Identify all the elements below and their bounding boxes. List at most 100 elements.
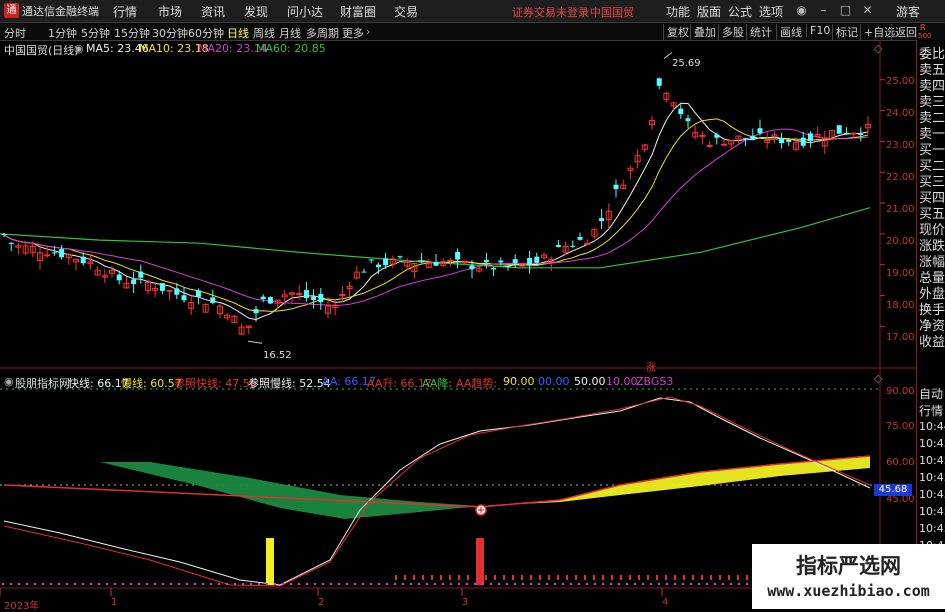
buy-signal-bar <box>266 538 274 585</box>
menu-item-discover[interactable]: 发现 <box>244 3 268 20</box>
candle-body <box>267 297 273 304</box>
candle-body <box>138 271 144 278</box>
baseline-dot <box>362 583 364 585</box>
tab-60min[interactable]: 60分钟 <box>188 25 224 41</box>
tab-more[interactable]: 更多 <box>342 25 364 41</box>
menu-item-function[interactable]: 功能 <box>666 3 690 20</box>
baseline-dot <box>322 583 324 585</box>
quote-side-panel: 委比 卖五 卖四 卖三 卖二 卖一 买一 买二 买三 买四 买五 现价 涨跌 涨… <box>916 40 945 609</box>
panel-item[interactable]: 卖一 <box>919 128 945 142</box>
baseline-dot <box>138 583 140 585</box>
baseline-dot <box>562 583 564 585</box>
tab-daily[interactable]: 日线 <box>227 25 249 41</box>
chart-canvas[interactable] <box>0 40 916 609</box>
panel-item[interactable]: 买五 <box>919 208 945 222</box>
candle-body <box>779 138 785 144</box>
close-icon[interactable]: ✕ <box>859 2 876 19</box>
panel-item[interactable]: 外盘 <box>919 288 945 302</box>
add-watchlist-button[interactable]: +自选 <box>860 24 895 40</box>
signal-tick <box>485 575 487 580</box>
skin-icon[interactable]: ◉ <box>793 2 810 19</box>
chevron-right-icon[interactable]: › <box>366 25 370 38</box>
candle-body <box>483 260 489 263</box>
menu-item-trade[interactable]: 交易 <box>394 3 418 20</box>
user-label[interactable]: 游客 <box>896 3 920 20</box>
f10-button[interactable]: F10 <box>806 24 830 37</box>
panel-item[interactable]: 净资 <box>919 320 945 334</box>
tick-time: 10:45 <box>919 505 945 518</box>
panel-tab-auto[interactable]: 自动 <box>919 385 943 402</box>
tick-time: 10:45 <box>919 471 945 484</box>
multi-stock-button[interactable]: 多股 <box>718 24 744 40</box>
baseline-dot <box>426 583 428 585</box>
date-label: 2023年 <box>4 601 40 612</box>
panel-tab-quotes[interactable]: 行情 <box>919 402 943 419</box>
tab-15min[interactable]: 15分钟 <box>114 25 150 41</box>
tab-monthly[interactable]: 月线 <box>279 25 301 41</box>
panel-item[interactable]: 涨幅 <box>919 256 945 270</box>
panel-item[interactable]: 买一 <box>919 144 945 158</box>
panel-item[interactable]: 卖四 <box>919 80 945 94</box>
menu-item-market[interactable]: 市场 <box>158 3 182 20</box>
baseline-dot <box>90 583 92 585</box>
watermark-title: 指标严选网 <box>796 554 901 578</box>
price-axis-label: 25.00 <box>886 76 915 87</box>
panel-item[interactable]: 卖二 <box>919 112 945 126</box>
maximize-icon[interactable]: □ <box>837 2 854 19</box>
price-axis-label: 20.00 <box>886 236 915 247</box>
baseline-dot <box>722 583 724 585</box>
baseline-dot <box>442 583 444 585</box>
signal-tick <box>440 575 442 580</box>
menu-item-options[interactable]: 选项 <box>759 3 783 20</box>
panel-item[interactable]: 委比 <box>919 48 945 62</box>
baseline-dot <box>98 583 100 585</box>
panel-item[interactable]: 收益 <box>919 336 945 350</box>
tab-timeshare[interactable]: 分时 <box>4 25 26 41</box>
baseline-dot <box>42 583 44 585</box>
panel-item[interactable]: 买二 <box>919 160 945 174</box>
menu-item-news[interactable]: 资讯 <box>201 3 225 20</box>
tab-30min[interactable]: 30分钟 <box>152 25 188 41</box>
menu-item-formula[interactable]: 公式 <box>728 3 752 20</box>
overlay-button[interactable]: 叠加 <box>690 24 716 40</box>
price-axis-label: 19.00 <box>886 268 915 279</box>
signal-tick <box>710 575 712 580</box>
panel-item[interactable]: 买四 <box>919 192 945 206</box>
menu-item-quotes[interactable]: 行情 <box>113 3 137 20</box>
panel-item[interactable]: 涨跌 <box>919 240 945 254</box>
menu-item-assistant[interactable]: 问小达 <box>287 3 323 20</box>
menu-item-layout[interactable]: 版面 <box>697 3 721 20</box>
panel-item[interactable]: 总量 <box>919 272 945 286</box>
tab-weekly[interactable]: 周线 <box>253 25 275 41</box>
draw-line-button[interactable]: 画线 <box>776 24 802 40</box>
mark-button[interactable]: 标记 <box>832 24 858 40</box>
menu-item-wealth[interactable]: 财富圈 <box>340 3 376 20</box>
statistics-button[interactable]: 统计 <box>746 24 772 40</box>
signal-tick <box>665 575 667 580</box>
signal-tick <box>566 575 568 580</box>
panel-item[interactable]: 买三 <box>919 176 945 190</box>
baseline-dot <box>490 583 492 585</box>
panel-item[interactable]: 卖三 <box>919 96 945 110</box>
minimize-icon[interactable]: – <box>815 2 832 19</box>
restore-rights-button[interactable]: 复权 <box>663 24 689 40</box>
tab-5min[interactable]: 5分钟 <box>81 25 110 41</box>
tab-multi-period[interactable]: 多周期 <box>306 25 339 41</box>
indicator-settings-icon[interactable]: ◉ <box>4 375 14 388</box>
panel-item[interactable]: 现价 <box>919 224 945 238</box>
baseline-dot <box>122 583 124 585</box>
baseline-dot <box>330 583 332 585</box>
baseline-dot <box>58 583 60 585</box>
signal-tick <box>656 575 658 580</box>
tab-1min[interactable]: 1分钟 <box>48 25 77 41</box>
baseline-dot <box>434 583 436 585</box>
candle-body <box>303 290 309 299</box>
indicator-field: 90.00 <box>503 375 535 388</box>
panel-item[interactable]: 换手 <box>919 304 945 318</box>
login-status[interactable]: 证券交易未登录 <box>512 4 589 20</box>
panel-item[interactable]: 卖五 <box>919 64 945 78</box>
back-button[interactable]: 返回 <box>891 24 917 40</box>
price-axis-label: 18.00 <box>886 300 915 311</box>
signal-tick <box>584 575 586 580</box>
indicator-field: AA趋势: <box>456 377 498 390</box>
